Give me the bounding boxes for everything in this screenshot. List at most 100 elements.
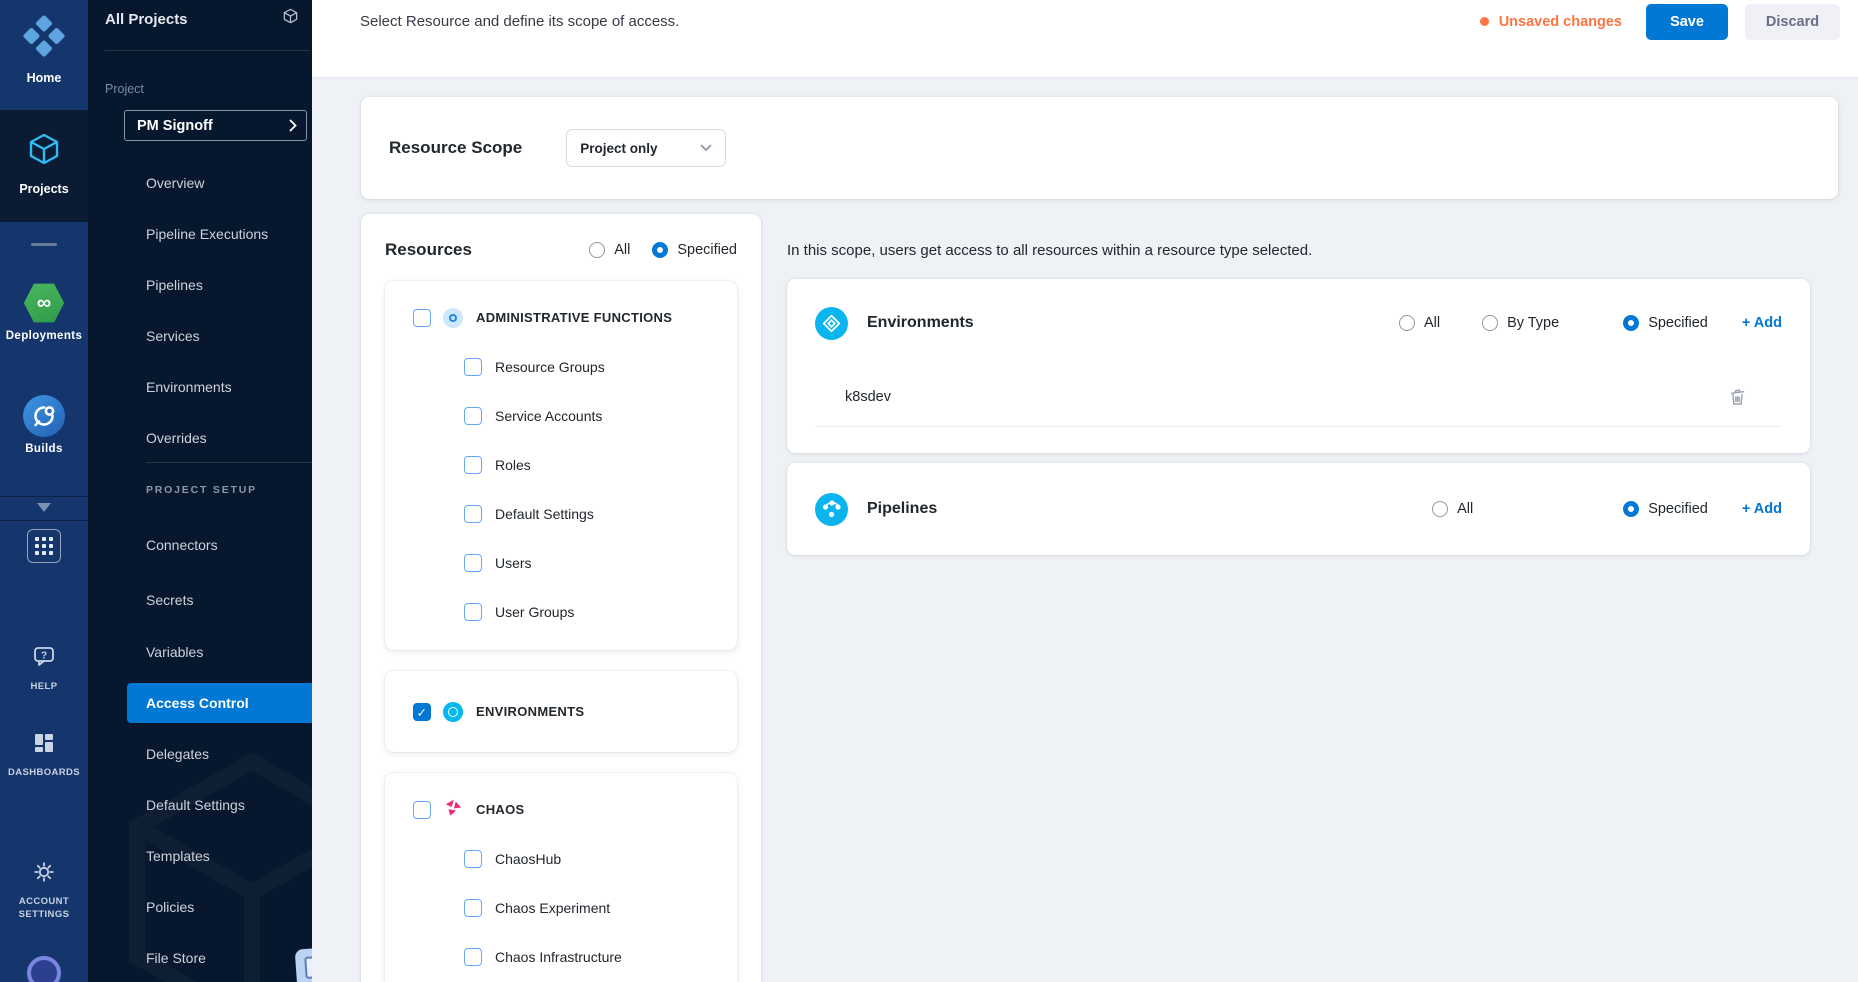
nav-dashboards[interactable]: DASHBOARDS: [0, 731, 88, 779]
scope-detail-column: In this scope, users get access to all r…: [761, 214, 1838, 982]
environments-radio-by-type[interactable]: By Type: [1482, 315, 1559, 331]
pipelines-add-button[interactable]: + Add: [1742, 501, 1782, 517]
resource-type-row: Default Settings: [464, 489, 727, 538]
cube-icon: [24, 130, 64, 175]
nav-home[interactable]: Home: [0, 0, 88, 110]
sidebar-item-pipelines[interactable]: Pipelines: [88, 265, 312, 305]
checkbox-chaos[interactable]: [413, 801, 431, 819]
checkbox-environments-checked[interactable]: [413, 703, 431, 721]
resources-title: Resources: [385, 240, 472, 260]
sidebar-item-delegates[interactable]: Delegates: [88, 734, 312, 774]
columns: Resources All Specified: [361, 214, 1838, 982]
nav-dashboards-label: DASHBOARDS: [8, 766, 80, 779]
pipelines-card-title: Pipelines: [867, 500, 937, 518]
resources-panel: Resources All Specified: [361, 214, 761, 982]
rail-divider-dash: [31, 243, 57, 246]
environments-circle-icon: [815, 307, 848, 340]
resources-radio-specified[interactable]: Specified: [652, 242, 737, 258]
trash-icon: [1729, 388, 1746, 406]
scope-dropdown[interactable]: Project only: [566, 129, 726, 167]
checkbox-service-accounts[interactable]: [464, 407, 482, 425]
save-button[interactable]: Save: [1646, 4, 1728, 40]
discard-button[interactable]: Discard: [1745, 4, 1840, 40]
sidebar-item-connectors[interactable]: Connectors: [88, 525, 312, 565]
chevron-down-icon: [700, 144, 712, 152]
nav-deployments[interactable]: ∞ Deployments: [0, 282, 88, 343]
nav-deployments-label: Deployments: [6, 330, 83, 343]
resource-type-row: Chaos Experiment: [464, 883, 727, 932]
radio-icon-selected[interactable]: [1623, 315, 1639, 331]
environments-radio-all[interactable]: All: [1399, 315, 1440, 331]
group-name: CHAOS: [476, 802, 524, 817]
resources-header: Resources All Specified: [385, 214, 737, 260]
sidebar-item-file-store[interactable]: File Store: [88, 938, 312, 978]
resource-type-row: ChaosHub: [464, 834, 727, 883]
checkbox-roles[interactable]: [464, 456, 482, 474]
group-chaos: CHAOS ChaosHub Chaos Experiment Chaos In…: [385, 773, 737, 982]
radio-label: Specified: [677, 242, 737, 258]
all-projects-link[interactable]: All Projects: [105, 7, 300, 31]
environments-card-title: Environments: [867, 314, 974, 332]
radio-icon[interactable]: [1432, 501, 1448, 517]
environment-item-row: k8sdev: [815, 367, 1782, 427]
nav-help[interactable]: ? HELP: [0, 643, 88, 693]
radio-icon-selected[interactable]: [1623, 501, 1639, 517]
sidebar-item-variables[interactable]: Variables: [88, 632, 312, 672]
all-projects-label: All Projects: [105, 11, 188, 28]
radio-icon[interactable]: [1482, 315, 1498, 331]
collapse-modules-icon[interactable]: [37, 503, 51, 512]
sidebar-item-overview[interactable]: Overview: [88, 163, 312, 203]
sidebar-item-access-control[interactable]: Access Control: [127, 683, 312, 723]
checkbox-users[interactable]: [464, 554, 482, 572]
sidebar-item-environments[interactable]: Environments: [88, 367, 312, 407]
radio-icon[interactable]: [589, 242, 605, 258]
checkbox-administrative-functions[interactable]: [413, 309, 431, 327]
user-avatar[interactable]: [27, 956, 61, 982]
nav-account-settings[interactable]: ACCOUNT SETTINGS: [0, 860, 88, 921]
sidebar-item-policies[interactable]: Policies: [88, 887, 312, 927]
checkbox-user-groups[interactable]: [464, 603, 482, 621]
checkbox-chaos-experiment[interactable]: [464, 899, 482, 917]
radio-icon[interactable]: [1399, 315, 1415, 331]
checkbox-resource-groups[interactable]: [464, 358, 482, 376]
radio-label: All: [1457, 501, 1473, 517]
environments-radio-specified[interactable]: Specified: [1623, 315, 1708, 331]
group-name: ENVIRONMENTS: [476, 704, 584, 719]
environments-add-button[interactable]: + Add: [1742, 315, 1782, 331]
checkbox-chaos-infrastructure[interactable]: [464, 948, 482, 966]
page-subtitle: Select Resource and define its scope of …: [360, 13, 679, 30]
scope-description: In this scope, users get access to all r…: [787, 241, 1838, 261]
delete-environment-button[interactable]: [1729, 388, 1746, 406]
sidebar-item-templates[interactable]: Templates: [88, 836, 312, 876]
nav-projects[interactable]: Projects: [0, 110, 88, 222]
nav-builds[interactable]: Builds: [0, 395, 88, 456]
nav-help-label: HELP: [31, 680, 58, 693]
rail-divider: [0, 520, 88, 521]
sidebar-item-secrets[interactable]: Secrets: [88, 580, 312, 620]
pipelines-radio-specified[interactable]: Specified: [1623, 501, 1708, 517]
dashboards-icon: [32, 731, 56, 760]
group-header-row: ENVIRONMENTS: [413, 687, 727, 736]
group-name: ADMINISTRATIVE FUNCTIONS: [476, 310, 672, 325]
sidebar-item-overrides[interactable]: Overrides: [88, 418, 312, 458]
project-selector[interactable]: PM Signoff: [124, 110, 307, 141]
resource-type-row: Resource Groups: [464, 342, 727, 391]
nav-projects-label: Projects: [19, 182, 68, 196]
resources-radio-all[interactable]: All: [589, 242, 630, 258]
radio-icon-selected[interactable]: [652, 242, 668, 258]
project-field-label: Project: [105, 82, 144, 96]
checkbox-chaoshub[interactable]: [464, 850, 482, 868]
environments-card-header: Environments All By Type: [815, 279, 1782, 367]
resource-type-label: Chaos Infrastructure: [495, 949, 622, 965]
administrative-functions-icon: [443, 308, 463, 328]
nav-account-settings-label2: SETTINGS: [19, 908, 70, 921]
checkbox-default-settings[interactable]: [464, 505, 482, 523]
radio-label: All: [614, 242, 630, 258]
sidebar-item-pipeline-executions[interactable]: Pipeline Executions: [88, 214, 312, 254]
resource-type-row: Users: [464, 538, 727, 587]
apps-launcher-button[interactable]: [27, 529, 61, 563]
sidebar-item-services[interactable]: Services: [88, 316, 312, 356]
group-administrative-functions: ADMINISTRATIVE FUNCTIONS Resource Groups…: [385, 281, 737, 650]
pipelines-radio-all[interactable]: All: [1432, 501, 1473, 517]
sidebar-item-default-settings[interactable]: Default Settings: [88, 785, 312, 825]
